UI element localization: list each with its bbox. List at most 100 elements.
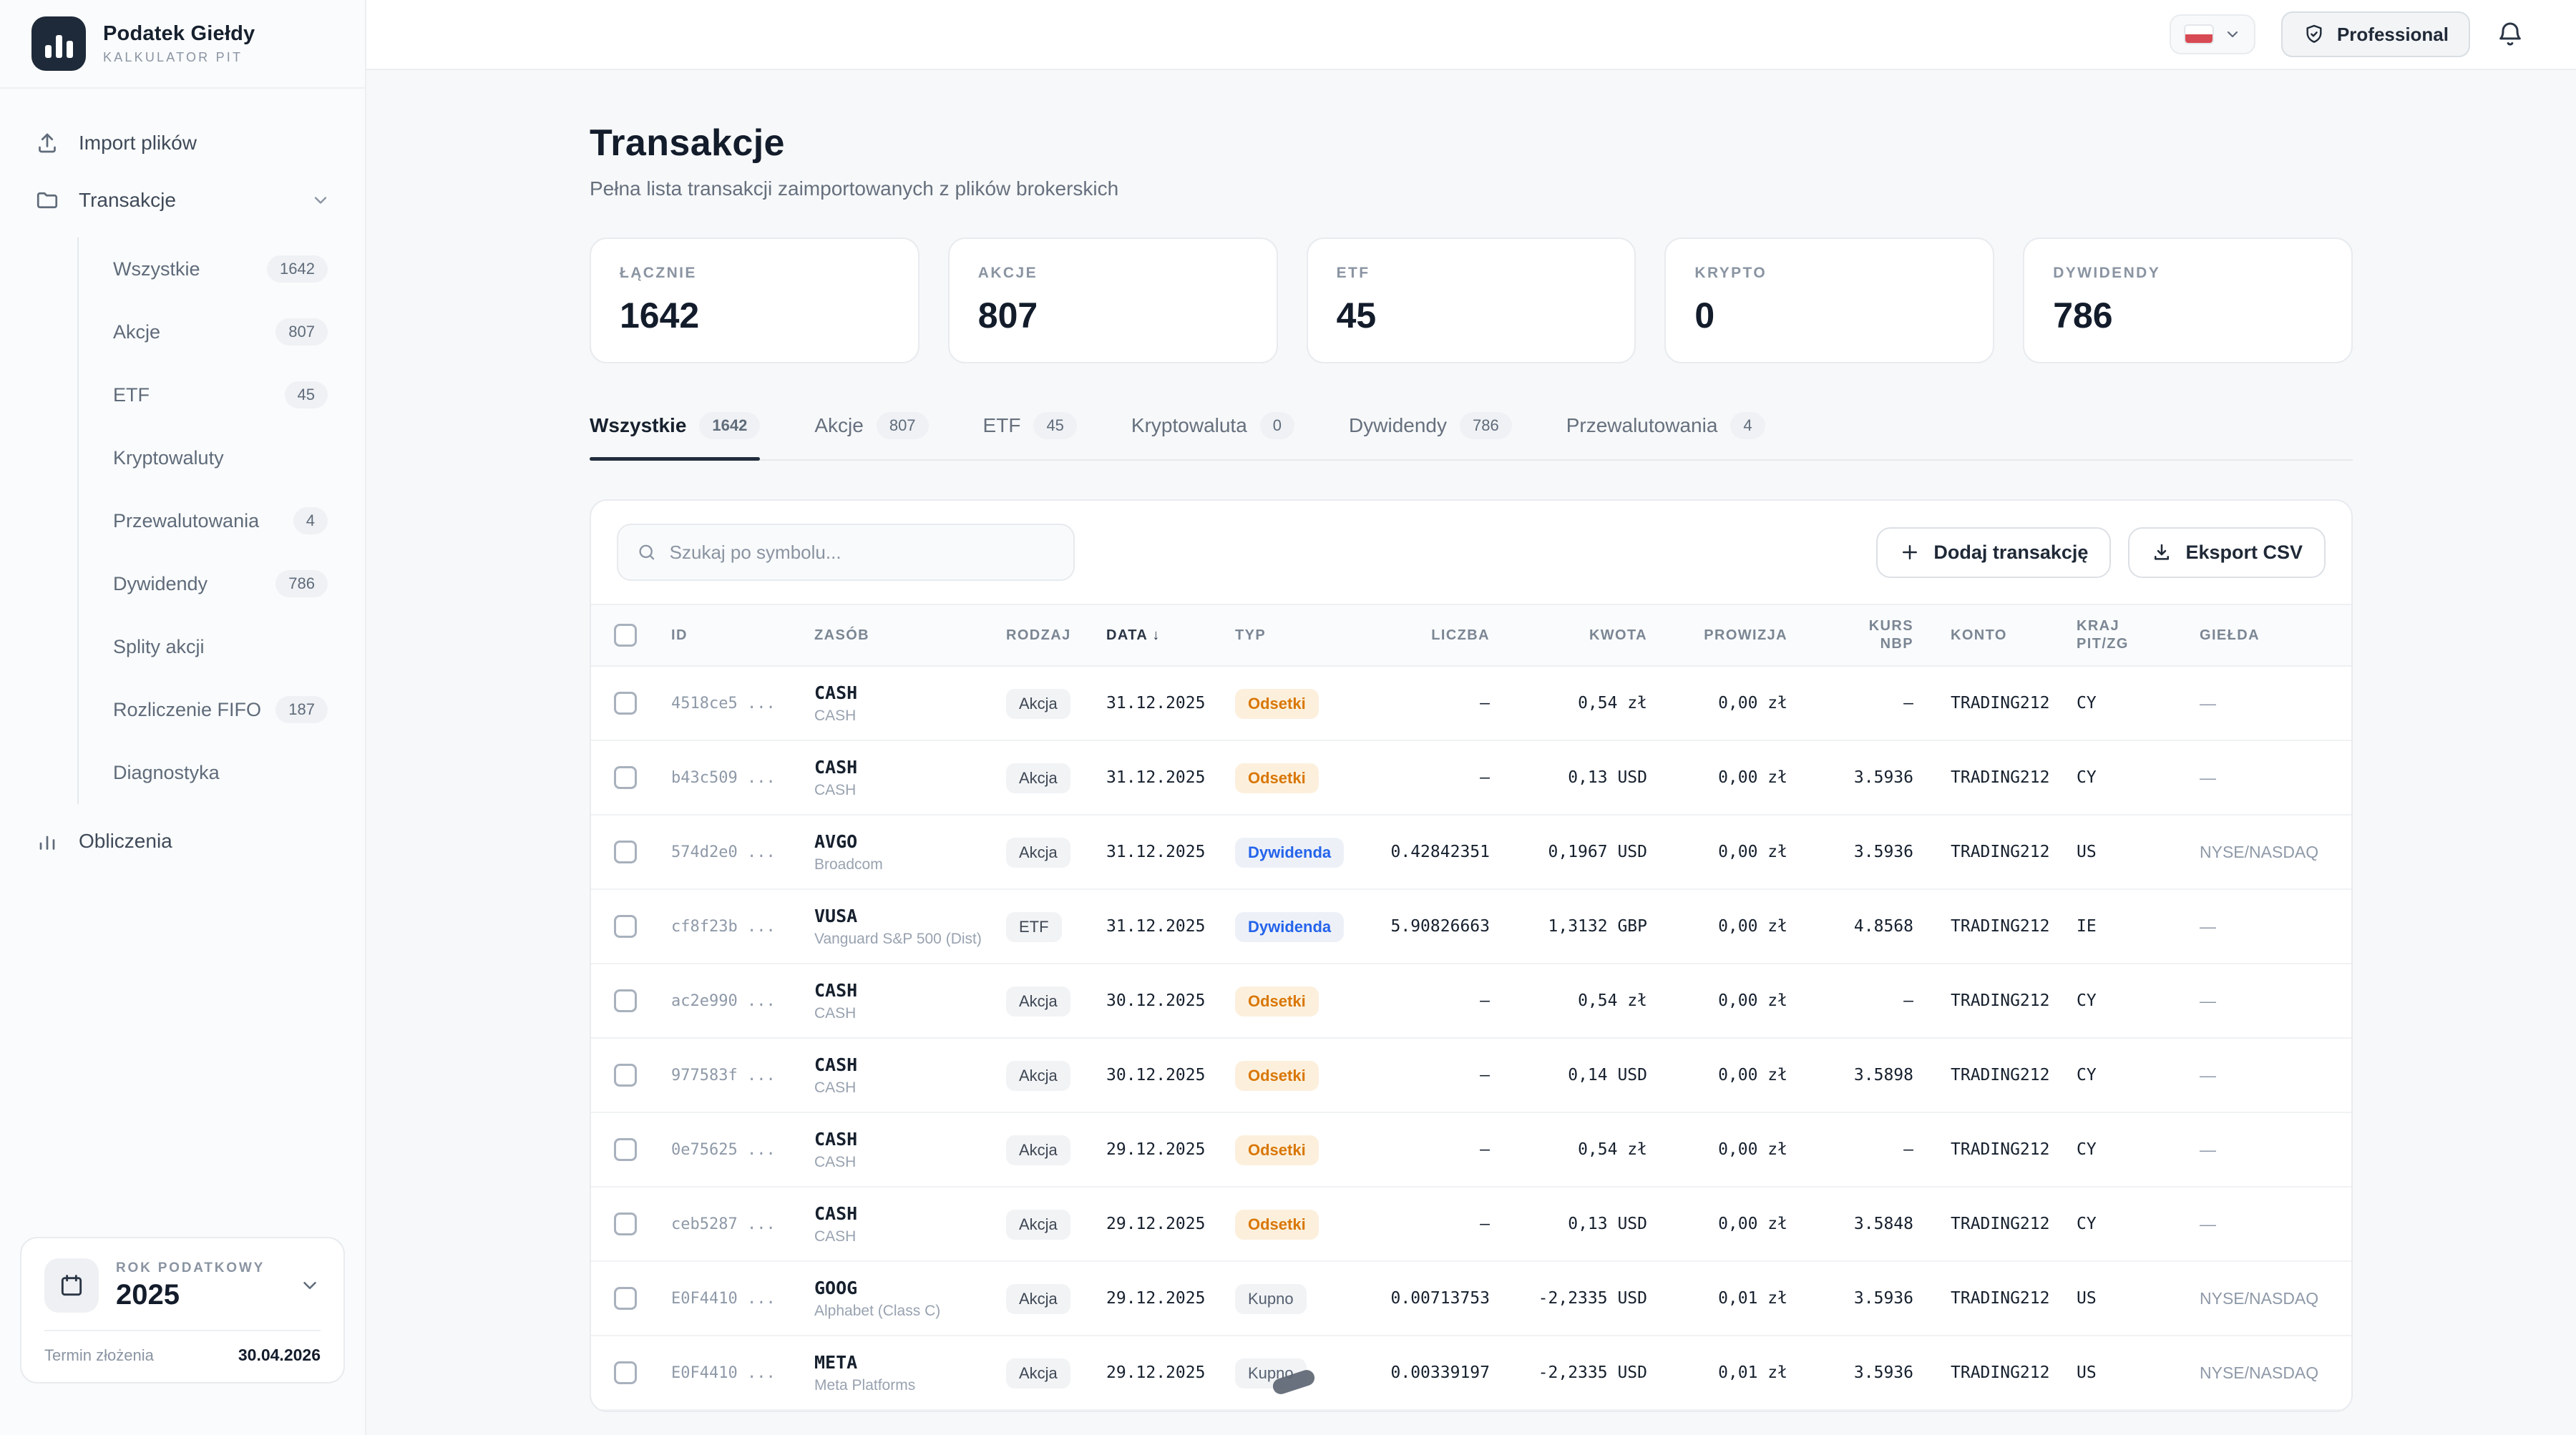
main-area: Professional Transakcje Pełna lista tran…	[366, 0, 2576, 1435]
cell-fee: 0,01 zł	[1659, 1363, 1799, 1382]
tax-year-label: ROK PODATKOWY	[116, 1260, 265, 1276]
plan-badge-button[interactable]: Professional	[2281, 11, 2470, 57]
row-checkbox[interactable]	[614, 692, 637, 715]
chevron-down-icon[interactable]	[299, 1275, 321, 1296]
table-row[interactable]: 977583f ... CASH CASH Akcja 30.12.2025 O…	[591, 1039, 2351, 1113]
plus-icon	[1899, 542, 1921, 563]
table-row[interactable]: E0F4410 ... GOOG Alphabet (Class C) Akcj…	[591, 1262, 2351, 1336]
cell-nbp-rate: –	[1799, 1140, 1925, 1159]
sidebar-subitem[interactable]: Rozliczenie FIFO 187	[79, 678, 365, 741]
sidebar-subitem-label: Przewalutowania	[113, 510, 259, 532]
cell-account: TRADING212	[1925, 768, 2077, 787]
row-checkbox[interactable]	[614, 1064, 637, 1087]
cell-id: E0F4410 ...	[671, 1364, 814, 1382]
sidebar-subitem[interactable]: ETF 45	[79, 363, 365, 426]
row-checkbox[interactable]	[614, 915, 637, 938]
asset-name: CASH	[814, 707, 997, 725]
cell-date: 31.12.2025	[1106, 694, 1235, 712]
table-row[interactable]: E0F4410 ... META Meta Platforms Akcja 29…	[591, 1336, 2351, 1411]
transaction-type-badge: Kupno	[1235, 1284, 1307, 1314]
cell-amount: 0,1967 USD	[1501, 843, 1659, 861]
row-checkbox[interactable]	[614, 989, 637, 1012]
cell-id: ceb5287 ...	[671, 1215, 814, 1233]
asset-type-badge: Akcja	[1006, 1284, 1070, 1314]
cell-nbp-rate: 3.5898	[1799, 1066, 1925, 1084]
cell-quantity: –	[1372, 1066, 1501, 1084]
cell-account: TRADING212	[1925, 1363, 2077, 1382]
table-row[interactable]: ceb5287 ... CASH CASH Akcja 29.12.2025 O…	[591, 1187, 2351, 1262]
select-all-checkbox[interactable]	[614, 624, 637, 647]
asset-name: Alphabet (Class C)	[814, 1303, 997, 1320]
transaction-type-badge: Odsetki	[1235, 763, 1319, 793]
language-selector[interactable]	[2170, 14, 2255, 54]
cell-date: 29.12.2025	[1106, 1289, 1235, 1308]
asset-symbol: CASH	[814, 1054, 1006, 1075]
tax-year-card[interactable]: ROK PODATKOWY 2025 Termin złożenia 30.04…	[20, 1237, 345, 1383]
chevron-down-icon	[2224, 26, 2241, 43]
stat-value: 0	[1694, 295, 1964, 336]
row-checkbox[interactable]	[614, 1138, 637, 1161]
cell-asset: META Meta Platforms	[814, 1352, 1006, 1394]
col-header-data-sort[interactable]: DATA ↓	[1106, 627, 1235, 645]
table-row[interactable]: b43c509 ... CASH CASH Akcja 31.12.2025 O…	[591, 741, 2351, 816]
cell-fee: 0,00 zł	[1659, 917, 1799, 936]
filter-tab[interactable]: Akcje 807	[814, 412, 928, 459]
page-title: Transakcje	[590, 122, 2353, 165]
sidebar-subitem-label: Splity akcji	[113, 636, 205, 658]
filter-tab[interactable]: Kryptowaluta 0	[1131, 412, 1294, 459]
cell-quantity: –	[1372, 768, 1501, 787]
search-input[interactable]	[670, 542, 1055, 564]
cell-date: 29.12.2025	[1106, 1140, 1235, 1159]
row-checkbox[interactable]	[614, 766, 637, 789]
asset-symbol: CASH	[814, 1129, 1006, 1150]
sidebar-subitem[interactable]: Diagnostyka	[79, 741, 365, 804]
cell-asset: CASH CASH	[814, 1129, 1006, 1171]
sidebar-item-calculations[interactable]: Obliczenia	[0, 813, 365, 870]
table-row[interactable]: 574d2e0 ... AVGO Broadcom Akcja 31.12.20…	[591, 816, 2351, 890]
filter-tab[interactable]: Dywidendy 786	[1349, 412, 1512, 459]
cell-exchange: NYSE/NASDAQ	[2200, 1363, 2328, 1383]
table-row[interactable]: 0e75625 ... CASH CASH Akcja 29.12.2025 O…	[591, 1113, 2351, 1187]
filter-tab[interactable]: ETF 45	[983, 412, 1077, 459]
export-csv-button[interactable]: Eksport CSV	[2128, 527, 2326, 578]
filter-tab[interactable]: Wszystkie 1642	[590, 412, 760, 459]
count-badge: 4	[293, 507, 328, 534]
add-transaction-button[interactable]: Dodaj transakcję	[1876, 527, 2111, 578]
sidebar-subitem-label: Wszystkie	[113, 258, 200, 280]
notifications-bell-icon[interactable]	[2496, 20, 2524, 49]
row-checkbox[interactable]	[614, 841, 637, 863]
table-row[interactable]: cf8f23b ... VUSA Vanguard S&P 500 (Dist)…	[591, 890, 2351, 964]
cell-quantity: –	[1372, 1140, 1501, 1159]
filter-tab[interactable]: Przewalutowania 4	[1566, 412, 1765, 459]
app-subtitle: KALKULATOR PIT	[103, 50, 255, 65]
table-row[interactable]: ac2e990 ... CASH CASH Akcja 30.12.2025 O…	[591, 964, 2351, 1039]
sidebar-subitem[interactable]: Akcje 807	[79, 300, 365, 363]
cell-fee: 0,00 zł	[1659, 1215, 1799, 1233]
sidebar-subitem[interactable]: Dywidendy 786	[79, 552, 365, 615]
sidebar-subitem[interactable]: Wszystkie 1642	[79, 237, 365, 300]
sidebar-subitem-label: Diagnostyka	[113, 762, 220, 784]
asset-name: CASH	[814, 1154, 997, 1171]
sidebar-subitem[interactable]: Splity akcji	[79, 615, 365, 678]
sidebar-item-import[interactable]: Import plików	[0, 114, 365, 172]
table-row[interactable]: 4518ce5 ... CASH CASH Akcja 31.12.2025 O…	[591, 667, 2351, 741]
cell-asset: AVGO Broadcom	[814, 831, 1006, 873]
count-badge: 807	[275, 318, 328, 346]
col-header-zasob: ZASÓB	[814, 627, 1006, 645]
sidebar-item-transactions[interactable]: Transakcje	[0, 172, 365, 229]
stat-value: 807	[978, 295, 1248, 336]
asset-symbol: CASH	[814, 682, 1006, 703]
sidebar-item-label: Obliczenia	[79, 830, 331, 853]
col-header-gielda: GIEŁDA	[2200, 627, 2328, 645]
row-checkbox[interactable]	[614, 1213, 637, 1235]
cell-asset: CASH CASH	[814, 682, 1006, 725]
bar-chart-icon	[34, 828, 60, 854]
cell-exchange: —	[2200, 694, 2328, 713]
sidebar-subitem[interactable]: Przewalutowania 4	[79, 489, 365, 552]
row-checkbox[interactable]	[614, 1287, 637, 1310]
asset-symbol: VUSA	[814, 906, 1006, 926]
stat-value: 1642	[620, 295, 889, 336]
stat-card: DYWIDENDY 786	[2023, 237, 2353, 363]
row-checkbox[interactable]	[614, 1361, 637, 1384]
sidebar-subitem[interactable]: Kryptowaluty	[79, 426, 365, 489]
